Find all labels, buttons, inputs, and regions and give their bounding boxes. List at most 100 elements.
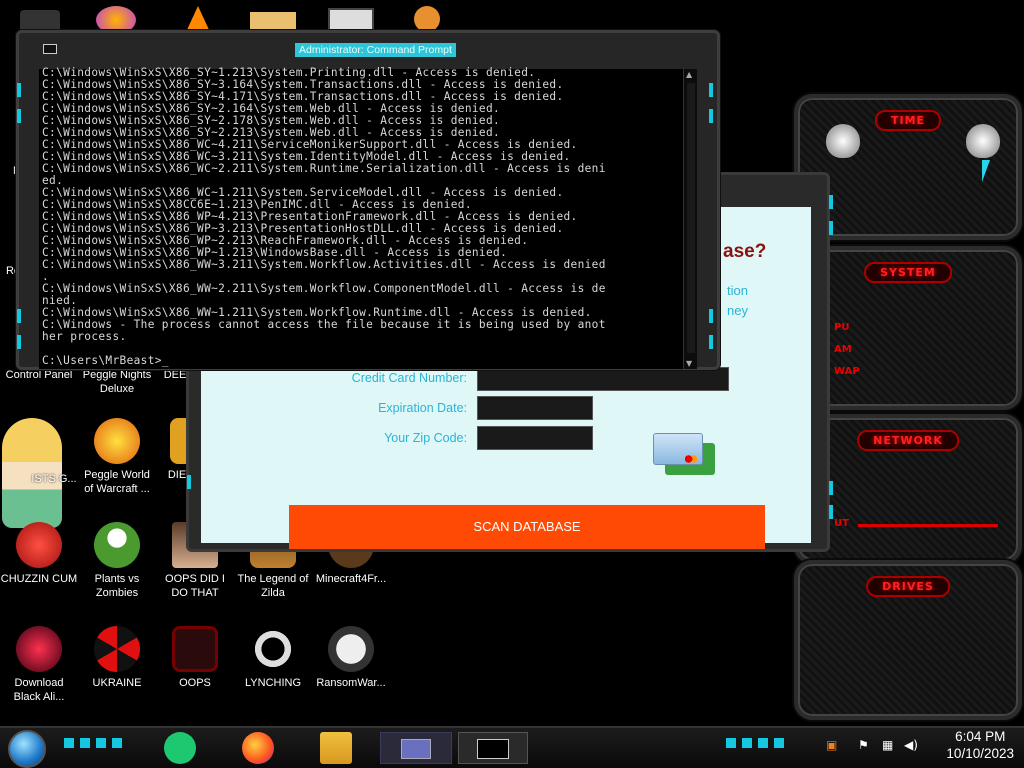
taskbar-decoration-left	[64, 738, 124, 748]
plant-icon	[94, 522, 140, 568]
scanner-heading: ase?	[723, 241, 767, 262]
cmd-output-text: C:\Windows\WinSxS\X86_SY~1.213\System.Pr…	[42, 66, 606, 367]
noose-icon	[250, 626, 296, 672]
alienware-icon	[16, 626, 62, 672]
scanner-text-1: tion	[727, 283, 748, 298]
icon-label: LYNCHING	[244, 677, 302, 689]
zip-field[interactable]	[477, 426, 593, 450]
window-accent	[187, 475, 191, 489]
top-icon-6[interactable]	[414, 6, 440, 32]
cmd-system-icon[interactable]	[43, 44, 57, 54]
scanner-taskbar-button[interactable]	[380, 732, 452, 764]
window-accent	[709, 109, 713, 123]
alien-head-icon	[966, 124, 1000, 158]
chuzzle-icon	[16, 522, 62, 568]
desktop-icon-ists[interactable]: ISTS G...	[24, 472, 84, 486]
icon-label: UKRAINE	[92, 677, 142, 689]
cmd-window-title: Administrator: Command Prompt	[295, 43, 456, 57]
window-accent	[709, 83, 713, 97]
icon-label: OOPS DID I DO THAT	[165, 573, 225, 599]
desktop-icon-oops[interactable]: OOPS	[156, 626, 234, 690]
credit-card-field[interactable]	[477, 367, 729, 391]
clock-time: 6:04 PM	[955, 729, 1006, 744]
cmd-taskbar-button[interactable]	[458, 732, 528, 764]
window-accent	[829, 221, 833, 235]
icon-label: Plants vs Zombies	[94, 573, 140, 599]
scroll-down-icon[interactable]: ▼	[686, 359, 692, 368]
peggle-icon	[94, 418, 140, 464]
expiration-field[interactable]	[477, 396, 593, 420]
window-accent	[829, 481, 833, 495]
radiation-icon	[94, 626, 140, 672]
scanner-text-2: ney	[727, 303, 748, 318]
desktop-icon-plants-vs-zombies[interactable]: Plants vs Zombies	[78, 522, 156, 600]
vlc-icon[interactable]	[186, 6, 210, 32]
network-tray-icon[interactable]: ▦	[882, 738, 893, 752]
cmd-app-icon	[477, 739, 509, 759]
icon-label: Download Black Ali...	[13, 677, 65, 703]
icon-label: CHUZZIN CUM	[0, 573, 78, 585]
window-accent	[829, 195, 833, 209]
gadget-network-line: UT	[834, 518, 849, 529]
desktop-icon-download-black-ali[interactable]: Download Black Ali...	[0, 626, 78, 704]
spotify-taskbar-icon[interactable]	[164, 732, 196, 764]
icon-label: ISTS G...	[31, 473, 77, 485]
icon-label: OOPS	[179, 677, 211, 689]
window-accent	[829, 505, 833, 519]
desktop: Re N Control Panel Peggle Nights Deluxe …	[0, 0, 1024, 768]
icon-label: The Legend of Zilda	[237, 573, 309, 599]
gadget-drives-label: DRIVES	[866, 576, 950, 597]
gadget-system-line: WAP	[834, 366, 860, 377]
scan-database-button[interactable]: SCAN DATABASE	[289, 505, 765, 549]
cmd-terminal-output[interactable]: C:\Windows\WinSxS\X86_SY~1.213\System.Pr…	[39, 66, 683, 369]
command-prompt-window[interactable]: Administrator: Command Prompt C:\Windows…	[16, 30, 720, 370]
desktop-icon-peggle-nights[interactable]: Peggle Nights Deluxe	[78, 368, 156, 396]
desktop-icon-lynching[interactable]: LYNCHING	[234, 626, 312, 690]
taskbar-clock[interactable]: 6:04 PM 10/10/2023	[946, 728, 1014, 762]
window-accent	[709, 309, 713, 323]
icon-label: Peggle World of Warcraft ...	[84, 469, 150, 495]
gadget-system-line: PU	[834, 322, 850, 333]
network-graph	[858, 524, 998, 527]
gadget-system-label: SYSTEM	[864, 262, 952, 283]
window-accent	[709, 335, 713, 349]
credit-cards-icon	[651, 433, 717, 483]
zip-label: Your Zip Code:	[384, 431, 467, 445]
window-accent	[17, 109, 21, 123]
flag-tray-icon[interactable]: ⚑	[858, 738, 869, 752]
clock-date: 10/10/2023	[946, 746, 1014, 761]
icon-label: RansomWar...	[316, 677, 386, 689]
icon-label: Minecraft4Fr...	[315, 573, 387, 585]
skull-icon	[328, 626, 374, 672]
firefox-taskbar-icon[interactable]	[242, 732, 274, 764]
gadget-time-label: TIME	[874, 110, 942, 131]
taskbar-decoration-right	[726, 738, 786, 748]
java-tray-icon[interactable]: ▣	[826, 738, 837, 752]
window-accent	[17, 83, 21, 97]
cursor-icon	[982, 160, 990, 182]
credit-card-label: Credit Card Number:	[351, 371, 467, 385]
desktop-icon-chuzzin-cum[interactable]: CHUZZIN CUM	[0, 522, 78, 586]
icon-label: Control Panel	[5, 369, 73, 381]
scrollbar-thumb[interactable]	[687, 83, 695, 353]
alien-head-icon	[826, 124, 860, 158]
window-app-icon	[401, 739, 431, 759]
gadget-drives-panel: DRIVES	[794, 560, 1022, 720]
scroll-up-icon[interactable]: ▲	[686, 70, 692, 79]
cmd-titlebar[interactable]: Administrator: Command Prompt	[19, 33, 717, 63]
window-accent	[17, 309, 21, 323]
desktop-icon-peggle-world[interactable]: Peggle World of Warcraft ...	[78, 418, 156, 496]
expiration-label: Expiration Date:	[378, 401, 467, 415]
monitor-icon	[172, 626, 218, 672]
volume-tray-icon[interactable]: ◀)	[904, 738, 918, 752]
desktop-icon-ransomware[interactable]: RansomWar...	[312, 626, 390, 690]
gadget-network-label: NETWORK	[857, 430, 959, 451]
desktop-icon-control-panel[interactable]: Control Panel	[0, 368, 78, 382]
start-button[interactable]	[8, 730, 46, 768]
icon-label: Peggle Nights Deluxe	[82, 369, 152, 395]
desktop-icon-ukraine[interactable]: UKRAINE	[78, 626, 156, 690]
cmd-scrollbar[interactable]: ▲ ▼	[683, 69, 697, 369]
window-accent	[17, 335, 21, 349]
gadget-system-line: AM	[834, 344, 852, 355]
file-explorer-taskbar-icon[interactable]	[320, 732, 352, 764]
